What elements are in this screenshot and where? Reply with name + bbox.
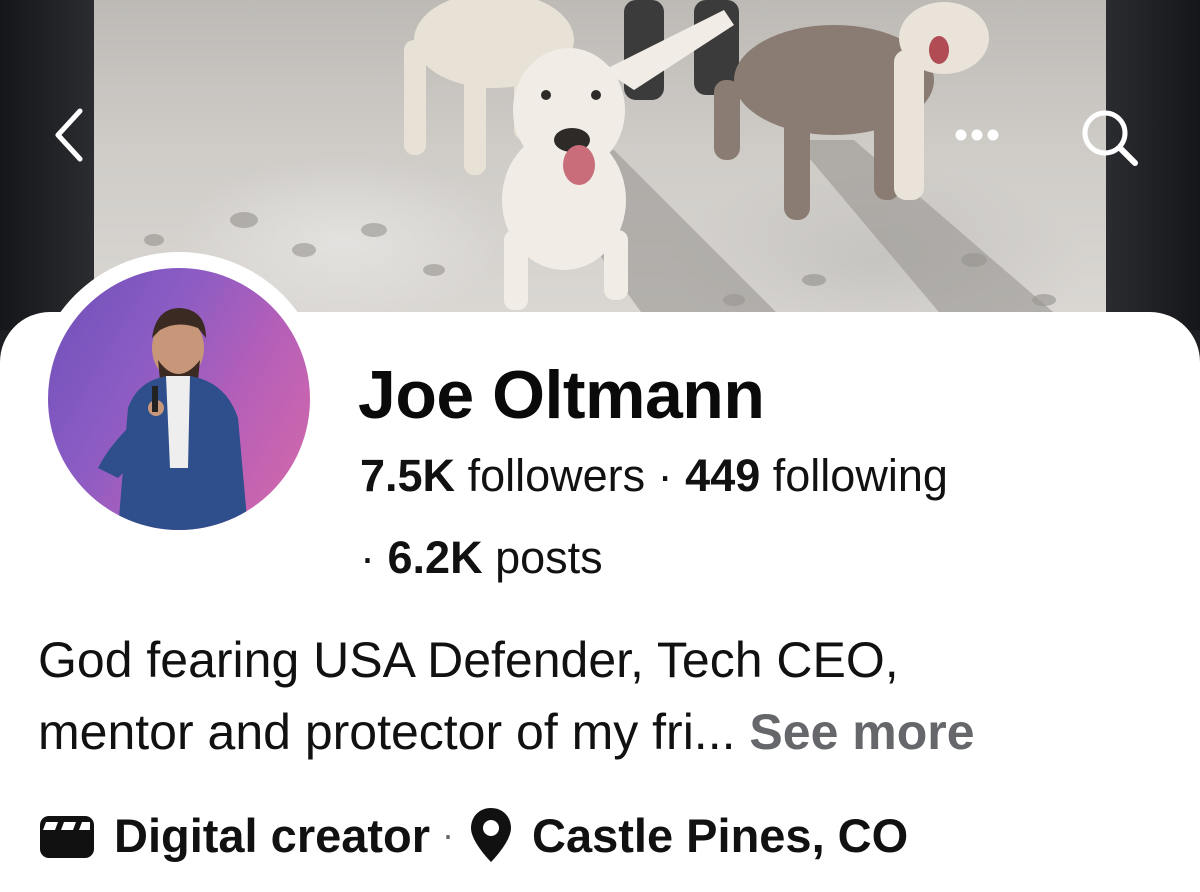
- category-label: Digital creator: [114, 808, 431, 862]
- bio-line-2: mentor and protector of my fri...: [38, 704, 736, 760]
- clapperboard-icon: [38, 810, 96, 860]
- ellipsis-icon: [955, 129, 999, 141]
- meta-separator: ·: [442, 814, 455, 855]
- more-options-button[interactable]: [942, 110, 1012, 160]
- profile-meta: Digital creator · Castle Pines, CO: [38, 800, 908, 870]
- posts-separator: ·: [360, 532, 375, 583]
- following-label: following: [772, 450, 948, 501]
- back-button[interactable]: [40, 100, 100, 170]
- chevron-left-icon: [55, 108, 83, 162]
- posts-link[interactable]: 6.2K posts: [388, 532, 603, 583]
- profile-stats-posts: · 6.2K posts: [360, 532, 603, 584]
- avatar[interactable]: [48, 268, 310, 530]
- posts-label: posts: [495, 532, 603, 583]
- map-pin-icon: [468, 806, 514, 864]
- following-count: 449: [685, 450, 761, 501]
- stats-separator: ·: [657, 450, 673, 501]
- posts-count: 6.2K: [387, 532, 483, 583]
- followers-link[interactable]: 7.5K followers: [360, 450, 645, 501]
- avatar-portrait: [98, 308, 248, 530]
- profile-stats: 7.5K followers · 449 following: [360, 450, 948, 502]
- profile-bio: God fearing USA Defender, Tech CEO, ment…: [38, 624, 1168, 768]
- search-button[interactable]: [1070, 98, 1150, 178]
- followers-count: 7.5K: [360, 450, 456, 501]
- see-more-link[interactable]: See more: [749, 704, 974, 760]
- search-icon: [1082, 110, 1138, 166]
- following-link[interactable]: 449 following: [685, 450, 948, 501]
- followers-label: followers: [467, 450, 646, 501]
- location-label[interactable]: Castle Pines, CO: [532, 808, 908, 863]
- profile-name: Joe Oltmann: [358, 357, 765, 433]
- bio-line-1: God fearing USA Defender, Tech CEO,: [38, 632, 899, 688]
